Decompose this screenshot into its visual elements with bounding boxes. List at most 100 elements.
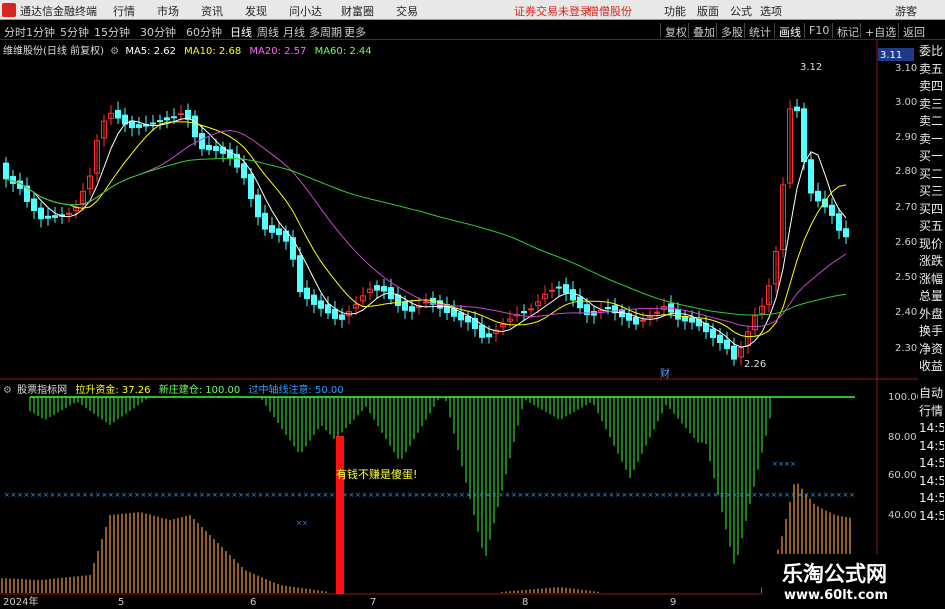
- midline-marker: ×: [368, 491, 374, 499]
- period-1min[interactable]: 1分钟: [26, 24, 55, 40]
- tick-time-0[interactable]: 14:50: [919, 421, 944, 435]
- menu-banmian[interactable]: 版面: [697, 3, 719, 19]
- quote-row-7[interactable]: 买二: [919, 167, 944, 181]
- price-tick: 2.90: [895, 132, 917, 143]
- tick-time-2[interactable]: 14:50: [919, 456, 944, 470]
- period-30min[interactable]: 30分钟: [140, 24, 176, 40]
- quote-row-11[interactable]: 现价: [919, 237, 944, 251]
- quote-row-14[interactable]: 总量: [919, 289, 944, 303]
- candle-body: [150, 122, 156, 125]
- right-quote-panel: 委比卖五卖四卖三卖二卖一买一买二买三买四买五现价涨跌涨幅总量外盘换手净资收益自动…: [918, 40, 945, 609]
- candle-body: [528, 308, 534, 311]
- midline-marker: ×: [700, 491, 706, 499]
- quote-row-1[interactable]: 卖五: [919, 62, 944, 76]
- menu-gongneng[interactable]: 功能: [664, 3, 686, 19]
- quote-row-3[interactable]: 卖三: [919, 97, 944, 111]
- candle-body: [815, 190, 821, 202]
- midline-marker: ×: [427, 491, 433, 499]
- midline-marker: ×: [4, 491, 10, 499]
- tick-time-3[interactable]: 14:50: [919, 474, 944, 488]
- quote-row-9[interactable]: 买四: [919, 202, 944, 216]
- quote-row-12[interactable]: 涨跌: [919, 254, 944, 268]
- indicator-gear-icon[interactable]: ⚙: [3, 385, 12, 396]
- midline-marker: ×: [836, 491, 842, 499]
- guest-label[interactable]: 游客: [895, 3, 917, 19]
- menu-hangqing[interactable]: 行情: [113, 3, 135, 19]
- midline-marker: ×: [355, 491, 361, 499]
- candle-body: [241, 163, 247, 179]
- button-biaoji[interactable]: 标记: [832, 23, 863, 39]
- period-fenshi[interactable]: 分时: [4, 24, 26, 40]
- midline-marker: ×: [323, 491, 329, 499]
- menu-jiaoyi[interactable]: 交易: [396, 3, 418, 19]
- midline-marker: ×: [797, 491, 803, 499]
- midline-marker: ×: [570, 491, 576, 499]
- button-huaxian[interactable]: 画线: [774, 23, 805, 39]
- quote-row-0[interactable]: 委比: [919, 44, 944, 58]
- button-tongji[interactable]: 统计: [744, 23, 775, 39]
- menu-zixun[interactable]: 资讯: [201, 3, 223, 19]
- price-tick: 2.60: [895, 237, 917, 248]
- tick-time-4[interactable]: 14:50: [919, 491, 944, 505]
- tick-time-1[interactable]: 14:50: [919, 439, 944, 453]
- candle-body: [31, 198, 37, 212]
- quote-row-10[interactable]: 买五: [919, 219, 944, 233]
- quote-row-16[interactable]: 换手: [919, 324, 944, 338]
- quote-row-17[interactable]: 净资: [919, 342, 944, 356]
- period-weekly[interactable]: 周线: [257, 24, 279, 40]
- midline-marker: ×: [219, 491, 225, 499]
- quote-row-13[interactable]: 涨幅: [919, 272, 944, 286]
- period-60min[interactable]: 60分钟: [186, 24, 222, 40]
- midline-marker: ×: [804, 491, 810, 499]
- midline-marker: ×: [433, 491, 439, 499]
- tick-time-5[interactable]: 14:50: [919, 509, 944, 523]
- midline-marker: ×: [706, 491, 712, 499]
- date-label: 5: [118, 597, 124, 608]
- auto-label[interactable]: 自动: [919, 386, 944, 400]
- button-diejia[interactable]: 叠加: [688, 23, 719, 39]
- indicator-tick: 100.00: [888, 392, 918, 403]
- period-5min[interactable]: 5分钟: [60, 24, 89, 40]
- midline-marker: ×: [550, 491, 556, 499]
- menu-xuanxiang[interactable]: 选项: [760, 3, 782, 19]
- candle-body: [192, 115, 198, 138]
- quote-row-4[interactable]: 卖二: [919, 114, 944, 128]
- midline-marker: ×: [199, 491, 205, 499]
- trade-login-warning[interactable]: 证券交易未登录: [514, 3, 591, 19]
- candle-body: [633, 316, 639, 325]
- date-label: 9: [670, 597, 676, 608]
- ma10-label: MA10: 2.68: [184, 46, 242, 57]
- midline-marker: ×: [511, 491, 517, 499]
- quote-row-6[interactable]: 买一: [919, 149, 944, 163]
- stock-notice[interactable]: 僧僧股份: [588, 3, 632, 19]
- menu-gongshi[interactable]: 公式: [730, 3, 752, 19]
- menu-wenxiaoda[interactable]: 问小达: [289, 3, 322, 19]
- midline-marker: ×: [102, 491, 108, 499]
- period-more[interactable]: 更多: [344, 24, 366, 40]
- button-f10[interactable]: F10: [804, 23, 833, 38]
- period-daily[interactable]: 日线: [230, 24, 252, 40]
- midline-marker: ×: [258, 491, 264, 499]
- menu-shichang[interactable]: 市场: [157, 3, 179, 19]
- quote-row-5[interactable]: 卖一: [919, 132, 944, 146]
- button-back[interactable]: 返回: [898, 23, 929, 39]
- candle-body: [332, 308, 338, 319]
- period-multi[interactable]: 多周期: [309, 24, 342, 40]
- quote-label[interactable]: 行情: [919, 404, 944, 418]
- quote-row-15[interactable]: 外盘: [919, 307, 944, 321]
- button-fuquan[interactable]: 复权: [660, 23, 691, 39]
- settings-gear-icon[interactable]: ⚙: [110, 46, 119, 57]
- quote-row-2[interactable]: 卖四: [919, 79, 944, 93]
- quote-row-8[interactable]: 买三: [919, 184, 944, 198]
- button-duogu[interactable]: 多股: [716, 23, 747, 39]
- menu-caifuquan[interactable]: 财富圈: [341, 3, 374, 19]
- period-monthly[interactable]: 月线: [283, 24, 305, 40]
- midline-marker: ×: [296, 519, 302, 527]
- kline-chart[interactable]: 3.11 3.10 3.00 2.90 2.80 2.70 2.60 2.50 …: [0, 40, 918, 609]
- midline-marker: ×: [849, 491, 855, 499]
- quote-row-18[interactable]: 收益: [919, 359, 944, 373]
- menu-faxian[interactable]: 发现: [245, 3, 267, 19]
- price-axis: 3.11 3.10 3.00 2.90 2.80 2.70 2.60 2.50 …: [878, 48, 917, 354]
- button-add-favorite[interactable]: +自选: [860, 23, 900, 39]
- period-15min[interactable]: 15分钟: [94, 24, 130, 40]
